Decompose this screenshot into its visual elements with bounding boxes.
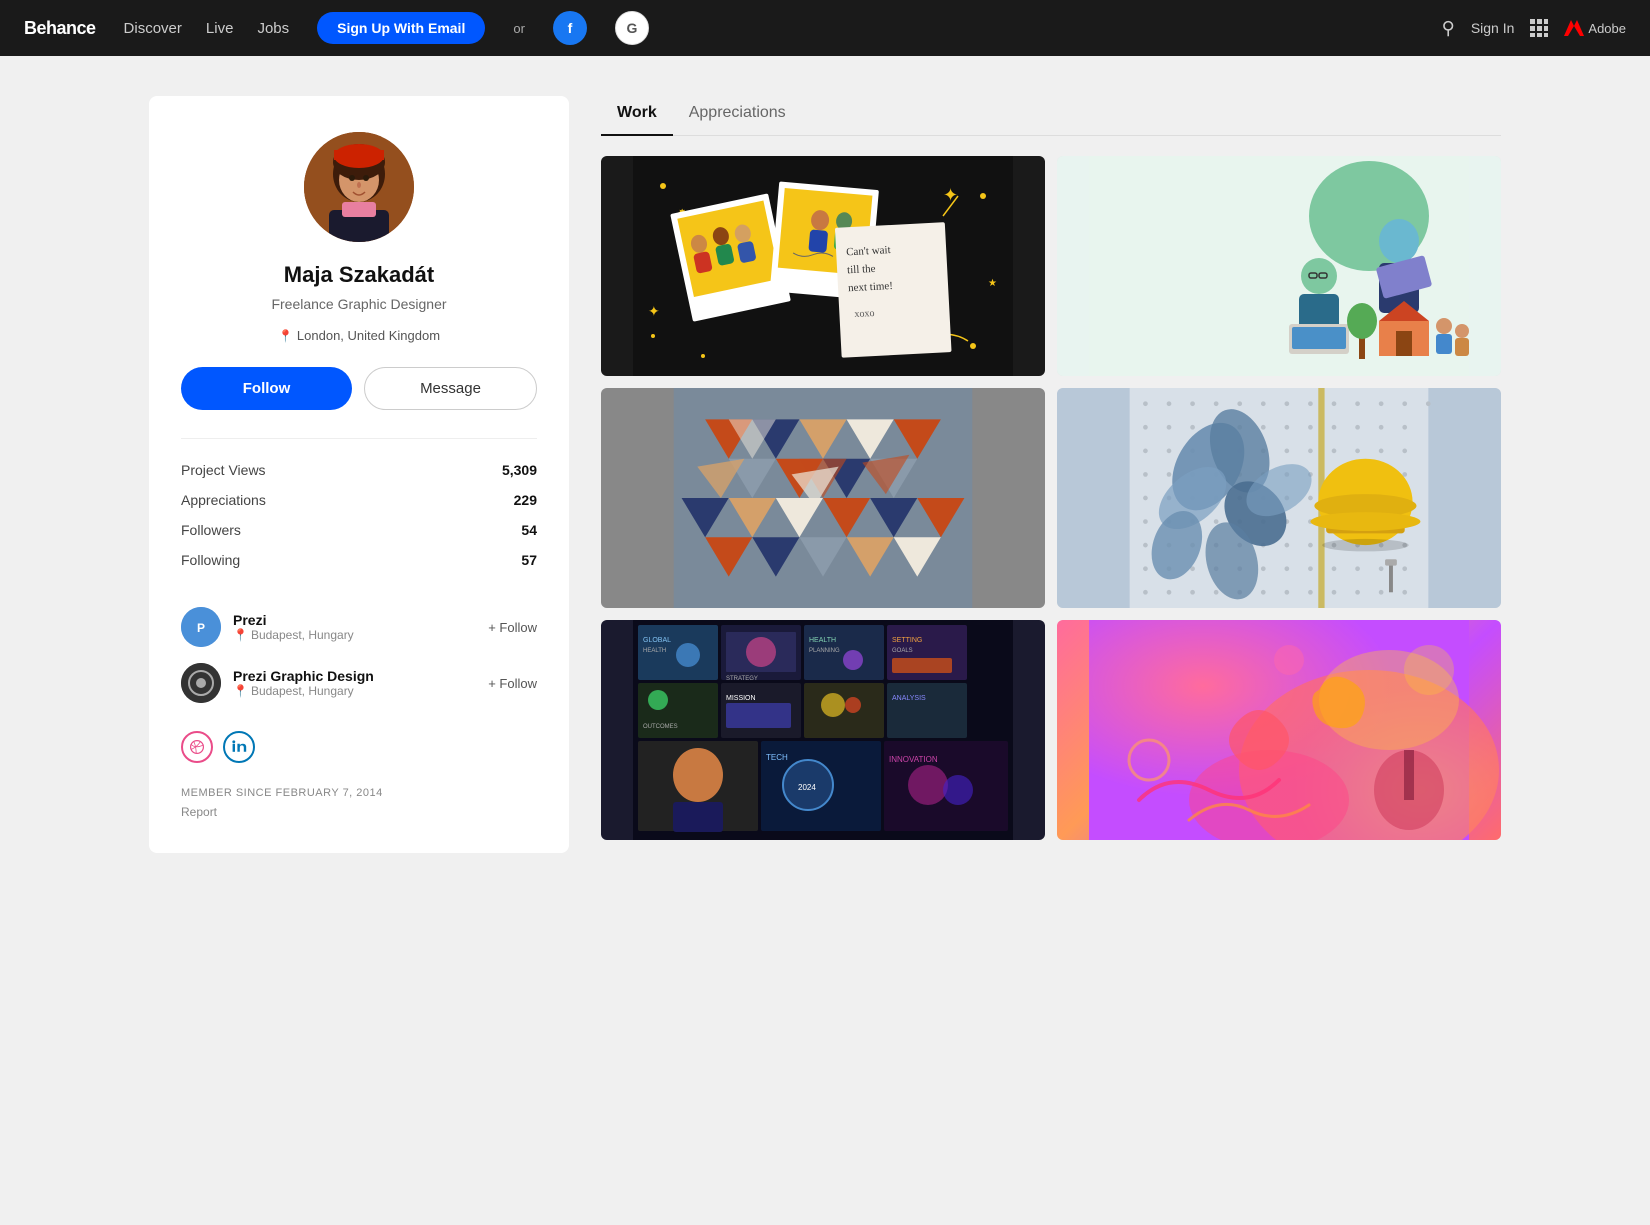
profile-title: Freelance Graphic Designer — [181, 296, 537, 312]
signin-link[interactable]: Sign In — [1471, 20, 1515, 36]
location-icon: 📍 — [278, 329, 293, 343]
project-thumb-1: ✦ ✦ ★ ✸ — [601, 156, 1045, 376]
or-text: or — [513, 21, 525, 36]
stat-value-following: 57 — [521, 552, 537, 568]
project-card-3[interactable] — [601, 388, 1045, 608]
org-prezi-gd-location: 📍 Budapest, Hungary — [233, 684, 374, 698]
avatar-wrapper — [181, 132, 537, 242]
member-since: MEMBER SINCE FEBRUARY 7, 2014 — [181, 787, 537, 799]
svg-text:SETTING: SETTING — [892, 637, 922, 644]
facebook-button[interactable]: f — [553, 11, 587, 45]
page-container: Maja Szakadát Freelance Graphic Designer… — [125, 96, 1525, 853]
avatar-illustration — [304, 132, 414, 242]
project-card-4[interactable] — [1057, 388, 1501, 608]
org-prezi-location-pin: 📍 — [233, 628, 248, 642]
tab-work[interactable]: Work — [601, 96, 673, 136]
project-thumb-4 — [1057, 388, 1501, 608]
stat-value-followers: 54 — [521, 522, 537, 538]
navbar-right: ⚲ Sign In Adobe — [1442, 18, 1626, 39]
org-prezi-gd-location-pin: 📍 — [233, 684, 248, 698]
svg-text:OUTCOMES: OUTCOMES — [643, 724, 678, 730]
org-prezi-gd-avatar — [181, 663, 221, 703]
sidebar: Maja Szakadát Freelance Graphic Designer… — [149, 96, 569, 853]
svg-text:✦: ✦ — [943, 185, 958, 205]
project-thumb-2 — [1057, 156, 1501, 376]
stat-label-following: Following — [181, 552, 240, 568]
adobe-logo: Adobe — [1564, 18, 1626, 38]
main-content: Work Appreciations ✦ — [601, 96, 1501, 853]
svg-text:till the: till the — [847, 263, 876, 276]
content-tabs: Work Appreciations — [601, 96, 1501, 136]
nav-live[interactable]: Live — [206, 20, 234, 37]
svg-text:PLANNING: PLANNING — [809, 648, 840, 654]
nav-jobs[interactable]: Jobs — [257, 20, 289, 37]
stat-value-appreciations: 229 — [514, 492, 537, 508]
report-link[interactable]: Report — [181, 805, 217, 819]
svg-text:HEALTH: HEALTH — [643, 648, 666, 654]
stat-label-views: Project Views — [181, 462, 266, 478]
linkedin-link[interactable] — [223, 731, 255, 763]
stat-followers: Followers 54 — [181, 515, 537, 545]
stat-value-views: 5,309 — [502, 462, 537, 478]
svg-text:STRATEGY: STRATEGY — [726, 676, 758, 682]
org-prezi-follow-btn[interactable]: + Follow — [488, 620, 537, 635]
stat-label-appreciations: Appreciations — [181, 492, 266, 508]
project-thumb-3 — [601, 388, 1045, 608]
project-card-2[interactable] — [1057, 156, 1501, 376]
signup-button[interactable]: Sign Up With Email — [317, 12, 485, 44]
svg-text:GLOBAL: GLOBAL — [643, 637, 671, 644]
project-thumb-6 — [1057, 620, 1501, 840]
adobe-text: Adobe — [1588, 21, 1626, 36]
svg-text:ANALYSIS: ANALYSIS — [892, 695, 926, 702]
profile-actions: Follow Message — [181, 367, 537, 410]
svg-text:★: ★ — [988, 278, 997, 289]
avatar — [304, 132, 414, 242]
stat-following: Following 57 — [181, 545, 537, 575]
dribbble-link[interactable] — [181, 731, 213, 763]
navbar: Behance Discover Live Jobs Sign Up With … — [0, 0, 1650, 56]
svg-text:GOALS: GOALS — [892, 648, 913, 654]
location-text: London, United Kingdom — [297, 328, 440, 343]
project-card-6[interactable] — [1057, 620, 1501, 840]
tab-appreciations[interactable]: Appreciations — [673, 96, 802, 136]
search-icon[interactable]: ⚲ — [1442, 18, 1455, 39]
svg-text:TECH: TECH — [766, 753, 788, 762]
navbar-logo[interactable]: Behance — [24, 18, 96, 39]
stats-list: Project Views 5,309 Appreciations 229 Fo… — [181, 438, 537, 575]
org-prezi-gd: Prezi Graphic Design 📍 Budapest, Hungary… — [181, 655, 537, 711]
svg-text:P: P — [197, 621, 205, 635]
org-prezi-location: 📍 Budapest, Hungary — [233, 628, 354, 642]
project-thumb-5: GLOBAL HEALTH STRATEGY HEALTH PLANNING S… — [601, 620, 1045, 840]
svg-text:next time!: next time! — [848, 280, 893, 294]
social-links — [181, 731, 537, 763]
stat-label-followers: Followers — [181, 522, 241, 538]
navbar-links: Discover Live Jobs — [124, 20, 290, 37]
profile-name: Maja Szakadát — [181, 262, 537, 288]
org-prezi-gd-follow-btn[interactable]: + Follow — [488, 676, 537, 691]
google-button[interactable]: G — [615, 11, 649, 45]
projects-grid: ✦ ✦ ★ ✸ — [601, 156, 1501, 840]
org-prezi: P Prezi 📍 Budapest, Hungary + Follow — [181, 599, 537, 655]
follow-button[interactable]: Follow — [181, 367, 352, 410]
stat-project-views: Project Views 5,309 — [181, 455, 537, 485]
org-prezi-gd-name: Prezi Graphic Design — [233, 668, 374, 684]
message-button[interactable]: Message — [364, 367, 537, 410]
svg-text:✦: ✦ — [648, 303, 660, 319]
svg-text:HEALTH: HEALTH — [809, 637, 836, 644]
svg-text:MISSION: MISSION — [726, 695, 756, 702]
project-card-5[interactable]: GLOBAL HEALTH STRATEGY HEALTH PLANNING S… — [601, 620, 1045, 840]
project-card-1[interactable]: ✦ ✦ ★ ✸ — [601, 156, 1045, 376]
svg-text:INNOVATION: INNOVATION — [889, 755, 938, 764]
profile-location: 📍 London, United Kingdom — [181, 328, 537, 343]
grid-icon[interactable] — [1530, 19, 1548, 37]
svg-text:xoxo: xoxo — [854, 308, 875, 320]
org-prezi-avatar: P — [181, 607, 221, 647]
svg-text:2024: 2024 — [798, 783, 816, 792]
nav-discover[interactable]: Discover — [124, 20, 182, 37]
svg-text:Can't wait: Can't wait — [846, 244, 891, 258]
org-prezi-name: Prezi — [233, 612, 354, 628]
stat-appreciations: Appreciations 229 — [181, 485, 537, 515]
orgs-section: P Prezi 📍 Budapest, Hungary + Follow — [181, 599, 537, 711]
